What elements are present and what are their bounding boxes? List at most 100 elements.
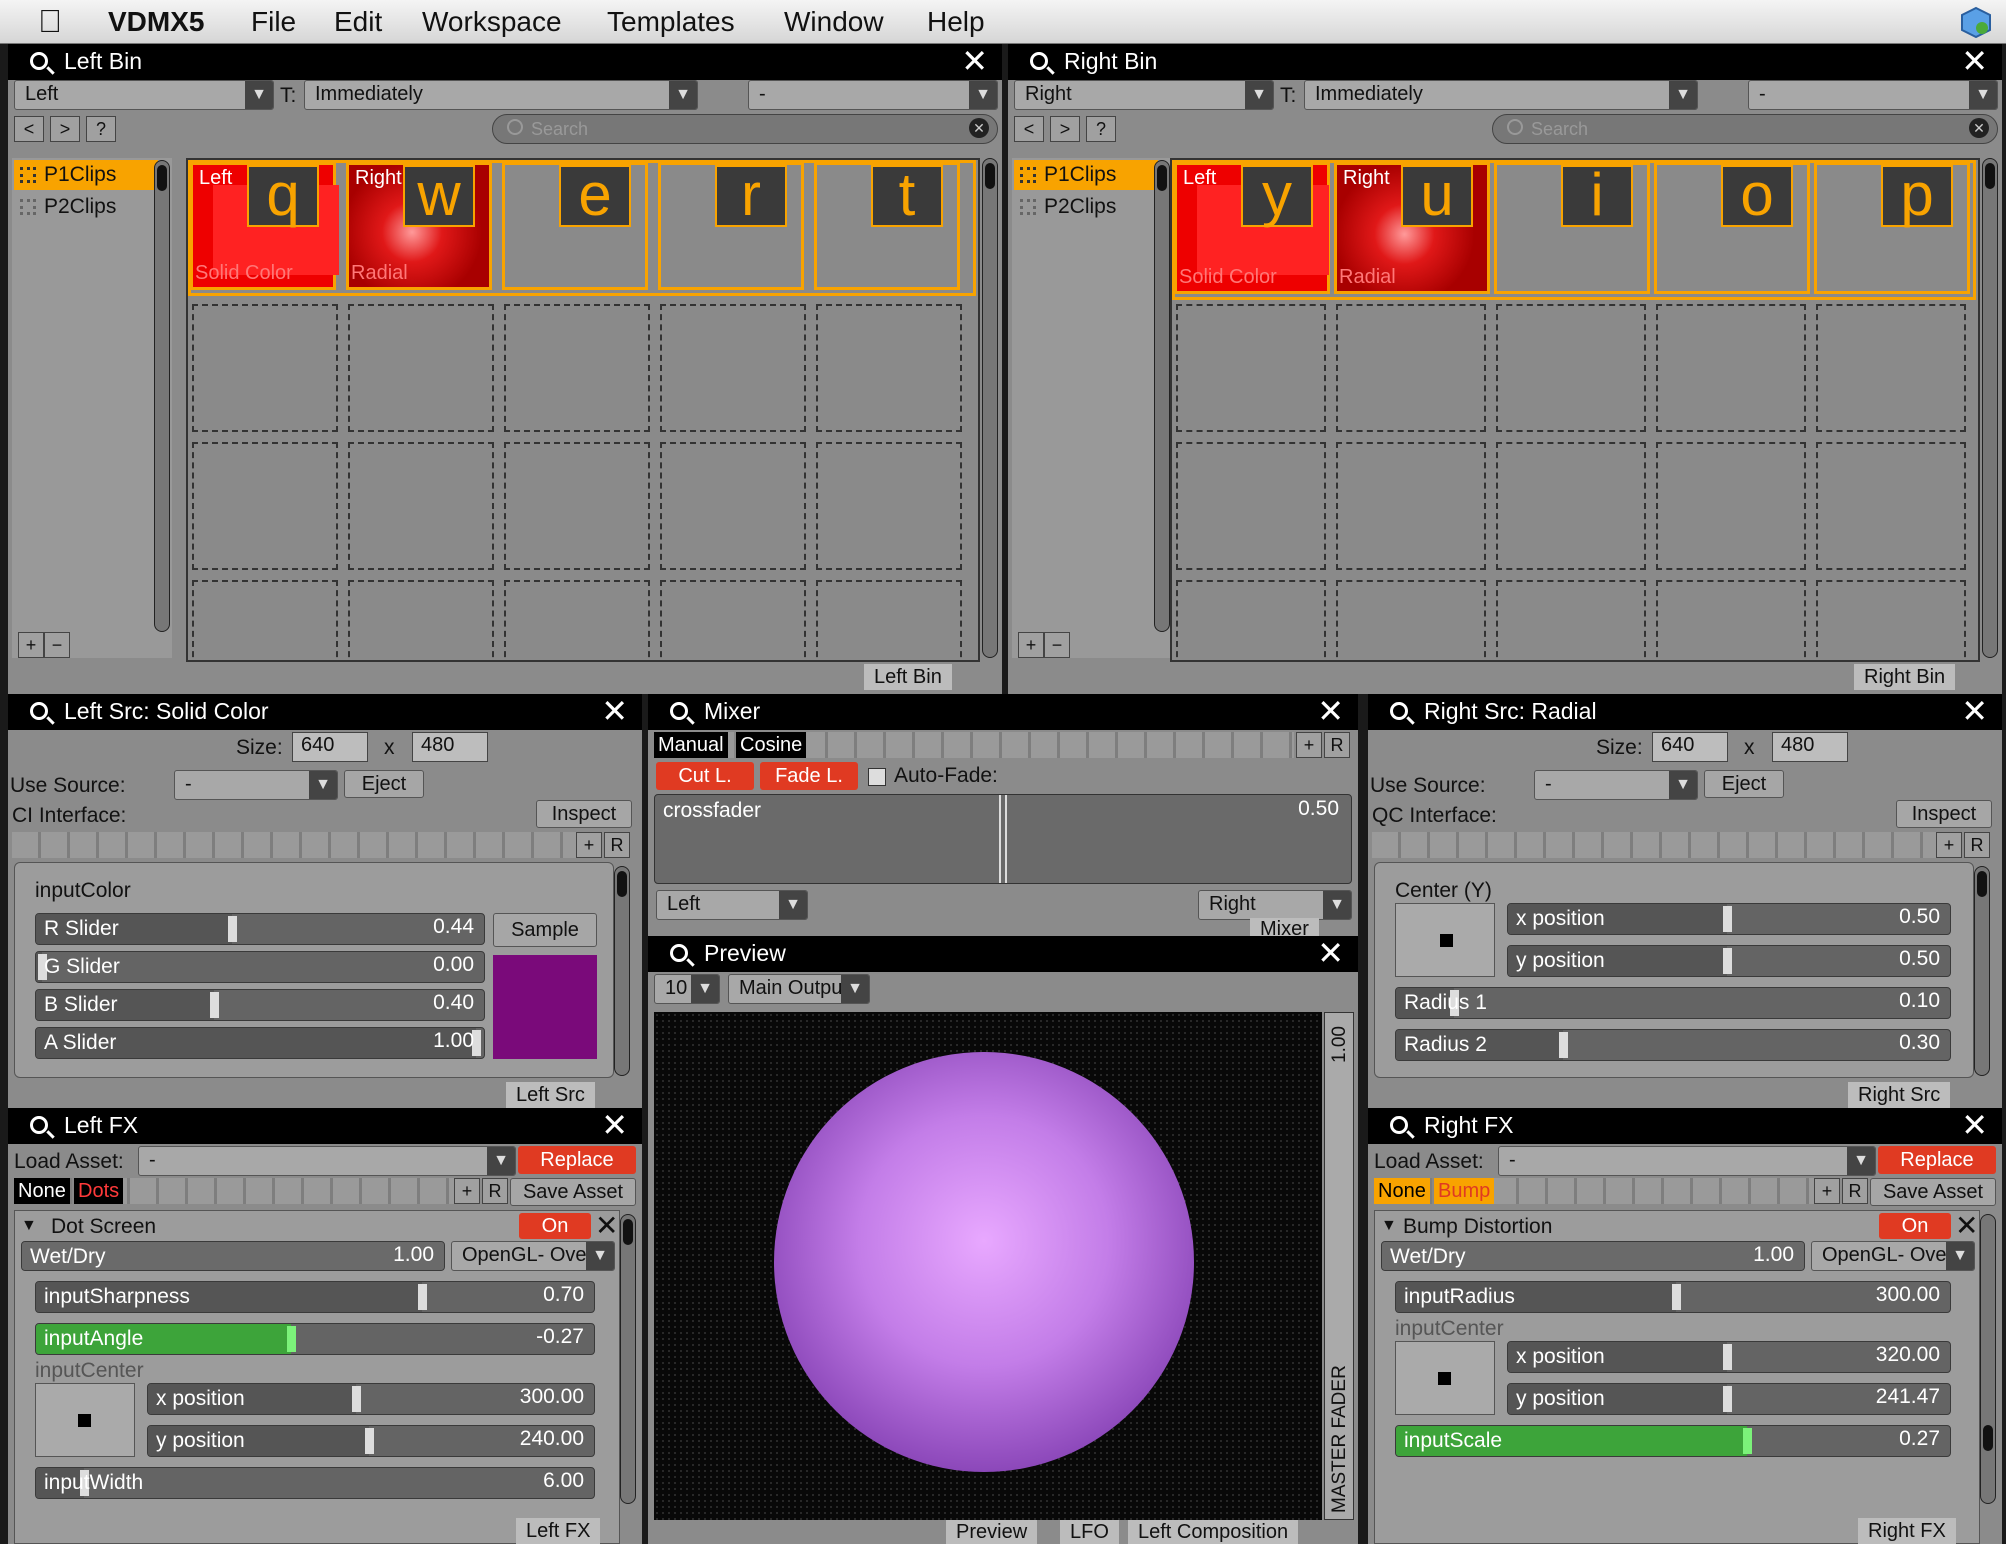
page-item-p1clips[interactable]: P1Clips — [14, 160, 158, 190]
radius2-slider[interactable]: Radius 2 0.30 — [1395, 1029, 1951, 1061]
menu-help[interactable]: Help — [927, 6, 985, 38]
empty-clip-cell[interactable] — [660, 304, 806, 432]
empty-clip-cell[interactable] — [1816, 304, 1966, 432]
slider-knob[interactable] — [228, 916, 237, 942]
wetdry-slider[interactable]: Wet/Dry 1.00 — [1381, 1241, 1805, 1271]
reset-button[interactable]: R — [1842, 1178, 1868, 1204]
fade-button[interactable]: Fade L. — [760, 762, 858, 790]
prev-button[interactable]: < — [1014, 116, 1044, 142]
clip-cell-u[interactable]: Right u Radial — [1334, 162, 1490, 294]
width-field[interactable]: 640 — [292, 732, 368, 762]
empty-clip-cell[interactable] — [1496, 580, 1646, 660]
clip-cell-i[interactable]: i — [1494, 162, 1650, 294]
radius-slider[interactable]: inputRadius 300.00 — [1395, 1281, 1951, 1313]
page-item-p2clips[interactable]: P2Clips — [14, 192, 158, 222]
clip-cell-w[interactable]: Right w Radial — [346, 162, 492, 290]
a-slider[interactable]: A Slider 1.00 — [35, 1027, 485, 1059]
empty-clip-cell[interactable] — [1816, 580, 1966, 660]
trigger-select[interactable]: Immediately ▼ — [1304, 80, 1698, 110]
point-marker[interactable] — [1440, 934, 1453, 947]
empty-clip-cell[interactable] — [1656, 580, 1806, 660]
radius1-slider[interactable]: Radius 1 0.10 — [1395, 987, 1951, 1019]
empty-clip-cell[interactable] — [1176, 304, 1326, 432]
clear-icon[interactable]: ✕ — [1969, 118, 1989, 138]
panel-footer-tab[interactable]: Right FX — [1858, 1518, 1956, 1544]
empty-clip-cell[interactable] — [1496, 442, 1646, 570]
remove-effect-icon[interactable]: ✕ — [1955, 1209, 1978, 1242]
master-fader[interactable]: 1.00 MASTER FADER — [1324, 1012, 1354, 1520]
menu-edit[interactable]: Edit — [334, 6, 382, 38]
blend-mode-select[interactable]: OpenGL- Over ▼ — [1811, 1241, 1975, 1271]
left-layer-select[interactable]: Left ▼ — [656, 890, 808, 920]
search-icon[interactable] — [30, 1116, 48, 1134]
search-icon[interactable] — [30, 702, 48, 720]
tab-lfo[interactable]: LFO — [1060, 1520, 1119, 1544]
y-position-slider[interactable]: y position 0.50 — [1507, 945, 1951, 977]
clip-cell-o[interactable]: o — [1654, 162, 1810, 294]
close-icon[interactable]: ✕ — [1961, 694, 1988, 728]
effect-on-toggle[interactable]: On — [1879, 1213, 1951, 1239]
page-item-p1clips[interactable]: P1Clips — [1014, 160, 1158, 190]
menu-templates[interactable]: Templates — [607, 6, 735, 38]
blend-mode-select[interactable]: OpenGL- Over ▼ — [451, 1241, 615, 1271]
interface-scrollbar[interactable] — [1974, 866, 1990, 1076]
slider-knob[interactable] — [210, 992, 219, 1018]
slider-knob[interactable] — [1723, 906, 1732, 932]
search-icon[interactable] — [670, 944, 688, 962]
color-swatch[interactable] — [493, 955, 597, 1059]
trigger-select[interactable]: Immediately ▼ — [304, 80, 698, 110]
status-cube-icon[interactable] — [1960, 6, 1992, 38]
tab-none[interactable]: None — [14, 1178, 70, 1204]
width-slider[interactable]: inputWidth 6.00 — [35, 1467, 595, 1499]
search-icon[interactable] — [30, 52, 48, 70]
y-position-slider[interactable]: y position 240.00 — [147, 1425, 595, 1457]
add-button[interactable]: + — [1936, 832, 1962, 858]
help-button[interactable]: ? — [1086, 116, 1116, 142]
prev-button[interactable]: < — [14, 116, 44, 142]
slider-knob[interactable] — [418, 1284, 427, 1310]
tab-manual[interactable]: Manual — [654, 732, 728, 758]
clip-grid-scrollbar[interactable] — [1982, 158, 1998, 658]
slider-knob[interactable] — [1723, 1344, 1732, 1370]
x-position-slider[interactable]: x position 300.00 — [147, 1383, 595, 1415]
center-point-pad[interactable] — [1395, 1341, 1495, 1415]
empty-clip-cell[interactable] — [1656, 442, 1806, 570]
help-button[interactable]: ? — [86, 116, 116, 142]
next-button[interactable]: > — [1050, 116, 1080, 142]
layer-select[interactable]: Right ▼ — [1014, 80, 1274, 110]
search-input[interactable]: Search ✕ — [1492, 114, 1998, 144]
slider-knob[interactable] — [365, 1428, 374, 1454]
wetdry-slider[interactable]: Wet/Dry 1.00 — [21, 1241, 445, 1271]
close-icon[interactable]: ✕ — [1317, 936, 1344, 970]
output-select[interactable]: Main Output ▼ — [728, 974, 870, 1004]
add-page-button[interactable]: + — [18, 632, 44, 658]
replace-button[interactable]: Replace — [1878, 1146, 1996, 1174]
save-asset-button[interactable]: Save Asset — [510, 1178, 636, 1206]
slider-knob[interactable] — [1723, 1386, 1732, 1412]
r-slider[interactable]: R Slider 0.44 — [35, 913, 485, 945]
slider-knob[interactable] — [1723, 948, 1732, 974]
menu-workspace[interactable]: Workspace — [422, 6, 562, 38]
add-button[interactable]: + — [1296, 732, 1322, 758]
layer-select[interactable]: Left ▼ — [14, 80, 274, 110]
autofade-checkbox[interactable] — [868, 768, 886, 786]
y-position-slider[interactable]: y position 241.47 — [1507, 1383, 1951, 1415]
close-icon[interactable]: ✕ — [1961, 44, 1988, 78]
clip-cell-r[interactable]: r — [658, 162, 804, 290]
disclosure-triangle-icon[interactable]: ▼ — [21, 1217, 37, 1235]
remove-page-button[interactable]: − — [1044, 632, 1070, 658]
empty-clip-cell[interactable] — [1176, 442, 1326, 570]
empty-clip-cell[interactable] — [816, 580, 962, 660]
close-icon[interactable]: ✕ — [1961, 1108, 1988, 1142]
point-marker[interactable] — [78, 1414, 91, 1427]
tab-none[interactable]: None — [1374, 1178, 1430, 1204]
sample-button[interactable]: Sample — [493, 913, 597, 947]
empty-clip-cell[interactable] — [192, 304, 338, 432]
right-layer-select[interactable]: Right ▼ — [1198, 890, 1352, 920]
page-list-scrollbar[interactable] — [1154, 160, 1170, 632]
apple-icon[interactable]:  — [38, 3, 62, 40]
slider-knob[interactable] — [1672, 1284, 1681, 1310]
eject-button[interactable]: Eject — [344, 770, 424, 798]
crossfader-slider[interactable]: crossfader 0.50 — [654, 794, 1352, 884]
slider-knob[interactable] — [1559, 1032, 1568, 1058]
